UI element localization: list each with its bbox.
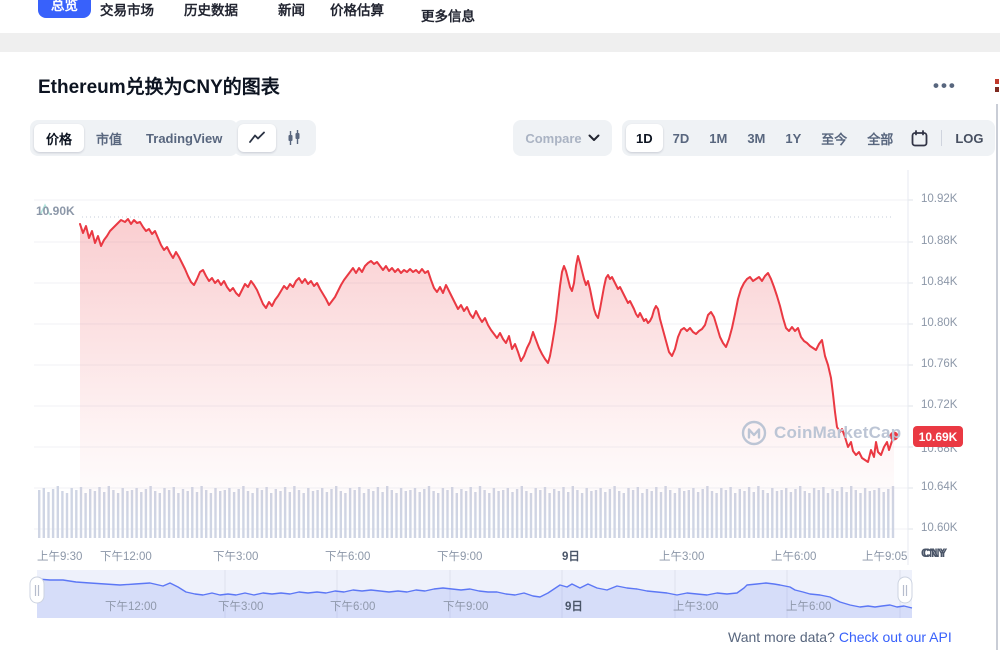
right-edge-border <box>996 104 998 650</box>
tab-historical-data[interactable]: 历史数据 <box>184 0 238 19</box>
n-axis-label: 上午6:00 <box>786 598 831 614</box>
y-axis-label: 10.72K <box>921 399 957 411</box>
range-3m[interactable]: 3M <box>737 124 775 152</box>
chart-type-control: 价格 市值 TradingView <box>30 120 238 156</box>
range-7d[interactable]: 7D <box>663 124 700 152</box>
chart-style-toggle <box>234 120 316 156</box>
watermark: CoinMarketCap <box>741 420 901 446</box>
tab-price-estimates[interactable]: 价格估算 <box>330 0 384 19</box>
footer-text: Want more data? <box>728 629 835 645</box>
control-divider <box>941 130 942 146</box>
line-chart-icon <box>248 130 266 146</box>
tab-more-info[interactable]: 更多信息 <box>421 5 475 25</box>
y-axis-label: 10.64K <box>921 481 957 493</box>
x-axis-label: 上午3:00 <box>659 548 704 564</box>
gridlines <box>34 200 913 529</box>
open-price-label: 10.90K <box>36 204 75 218</box>
price-area-fill <box>80 219 894 520</box>
edge-artifact <box>995 87 999 92</box>
y-axis-label: 10.80K <box>921 317 957 329</box>
watermark-text: CoinMarketCap <box>774 423 901 443</box>
range-1m[interactable]: 1M <box>699 124 737 152</box>
date-picker-button[interactable] <box>903 124 936 152</box>
y-axis-label: 10.88K <box>921 235 957 247</box>
x-axis-label: 上午9:05 <box>862 548 907 564</box>
n-axis-label: 9日 <box>565 598 583 614</box>
footer: Want more data?Check out our API <box>728 629 952 645</box>
edge-artifact <box>995 79 999 84</box>
chart-type-tradingview[interactable]: TradingView <box>134 124 234 152</box>
chart-type-price[interactable]: 价格 <box>34 124 84 152</box>
x-axis-label: 9日 <box>562 548 580 564</box>
x-axis-label: 下午6:00 <box>325 548 370 564</box>
navigator-handle[interactable] <box>30 577 44 603</box>
range-1d[interactable]: 1D <box>626 124 663 152</box>
n-axis-label: 上午3:00 <box>673 598 718 614</box>
chevron-down-icon <box>588 134 600 142</box>
candlestick-button[interactable] <box>276 124 312 152</box>
candlestick-icon <box>286 129 302 147</box>
tab-overview[interactable]: 总览 <box>38 0 91 18</box>
range-1y[interactable]: 1Y <box>775 124 811 152</box>
section-divider-band <box>0 33 1000 52</box>
page-title: Ethereum兑换为CNY的图表 <box>38 72 280 99</box>
line-chart-button[interactable] <box>238 124 276 152</box>
x-axis-label: 下午3:00 <box>213 548 258 564</box>
page: { "colors":{ "accent":"#3861fb","red":"#… <box>0 0 1000 650</box>
last-price-badge: 10.69K <box>913 426 963 447</box>
x-axis-label: 上午9:30 <box>37 548 82 564</box>
x-axis-label: CNY <box>923 548 947 560</box>
range-selector: 1D 7D 1M 3M 1Y 至今 全部 LOG <box>622 120 995 156</box>
x-axis-label: 下午12:00 <box>100 548 152 564</box>
y-axis-label: 10.60K <box>921 522 957 534</box>
x-axis-label: 下午9:00 <box>437 548 482 564</box>
tab-news[interactable]: 新闻 <box>278 0 305 19</box>
y-axis-label: 10.84K <box>921 276 957 288</box>
coinmarketcap-logo-icon <box>741 420 767 446</box>
n-axis-label: 下午3:00 <box>218 598 263 614</box>
n-axis-label: 下午6:00 <box>330 598 375 614</box>
n-axis-label: 下午9:00 <box>443 598 488 614</box>
navigator-handle[interactable] <box>898 577 912 603</box>
tab-markets[interactable]: 交易市场 <box>100 0 154 19</box>
n-axis-label: 下午12:00 <box>105 598 157 614</box>
y-axis-label: 10.92K <box>921 193 957 205</box>
x-axis-label: 上午6:00 <box>771 548 816 564</box>
y-axis-label: 10.76K <box>921 358 957 370</box>
calendar-icon <box>911 130 928 147</box>
compare-label: Compare <box>525 131 581 146</box>
volume-bars <box>38 486 894 538</box>
api-link[interactable]: Check out our API <box>839 629 952 645</box>
chart-type-marketcap[interactable]: 市值 <box>84 124 134 152</box>
compare-dropdown[interactable]: Compare <box>513 120 612 156</box>
more-options-button[interactable]: ••• <box>933 76 957 96</box>
range-ytd[interactable]: 至今 <box>811 124 857 152</box>
range-all[interactable]: 全部 <box>857 124 903 152</box>
log-scale-toggle[interactable]: LOG <box>947 124 991 152</box>
